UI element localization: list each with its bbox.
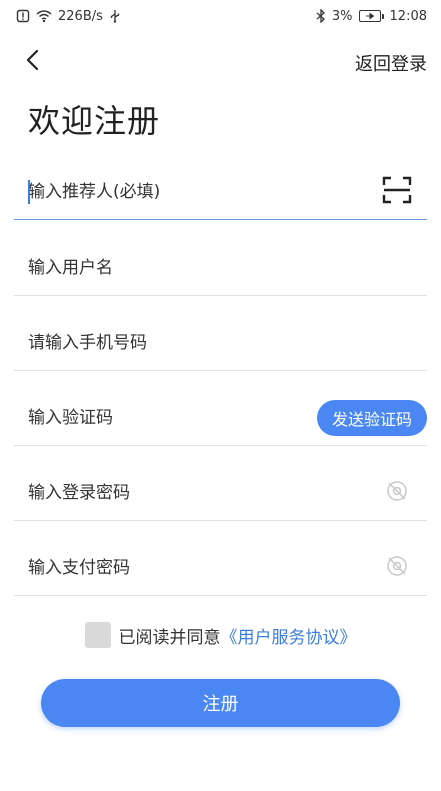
toggle-login-password-button[interactable] xyxy=(381,477,413,509)
login-password-field xyxy=(14,465,427,521)
battery-percent: 3% xyxy=(331,8,353,24)
phone-field xyxy=(14,315,427,371)
login-password-input[interactable] xyxy=(14,472,314,513)
send-code-button[interactable]: 发送验证码 xyxy=(317,400,427,436)
battery-icon xyxy=(358,10,384,22)
bluetooth-icon xyxy=(316,9,326,23)
wifi-icon xyxy=(36,9,52,23)
scan-icon xyxy=(382,176,412,208)
page-title: 欢迎注册 xyxy=(28,102,161,140)
pay-password-input[interactable] xyxy=(14,547,314,588)
referrer-field xyxy=(14,164,427,220)
text-caret xyxy=(28,180,30,204)
phone-input[interactable] xyxy=(14,322,314,363)
agreement-checkbox[interactable] xyxy=(84,622,111,648)
referrer-input[interactable] xyxy=(14,171,314,212)
top-bar: 返回登录 xyxy=(0,44,441,80)
pay-password-field xyxy=(14,540,427,596)
eye-off-icon xyxy=(385,479,409,507)
eye-off-icon xyxy=(385,554,409,582)
register-button[interactable]: 注册 xyxy=(41,679,400,727)
verification-code-input[interactable] xyxy=(14,397,274,438)
scan-button[interactable] xyxy=(381,176,413,208)
username-field xyxy=(14,240,427,296)
net-speed: 226B/s xyxy=(58,8,103,24)
agreement-row: 已阅读并同意 《用户服务协议》 xyxy=(0,622,441,648)
status-bar: 226B/s 3% 12:08 xyxy=(0,0,441,32)
usb-icon xyxy=(109,9,121,23)
back-to-login-link[interactable]: 返回登录 xyxy=(355,50,427,76)
chevron-left-icon xyxy=(25,49,39,75)
username-input[interactable] xyxy=(14,247,314,288)
agreement-text: 已阅读并同意 xyxy=(118,627,221,648)
verification-code-field: 发送验证码 xyxy=(14,390,427,446)
notification-icon xyxy=(16,9,30,23)
clock: 12:08 xyxy=(389,8,427,24)
toggle-pay-password-button[interactable] xyxy=(381,552,413,584)
back-button[interactable] xyxy=(18,48,46,76)
user-agreement-link[interactable]: 《用户服务协议》 xyxy=(221,623,357,648)
